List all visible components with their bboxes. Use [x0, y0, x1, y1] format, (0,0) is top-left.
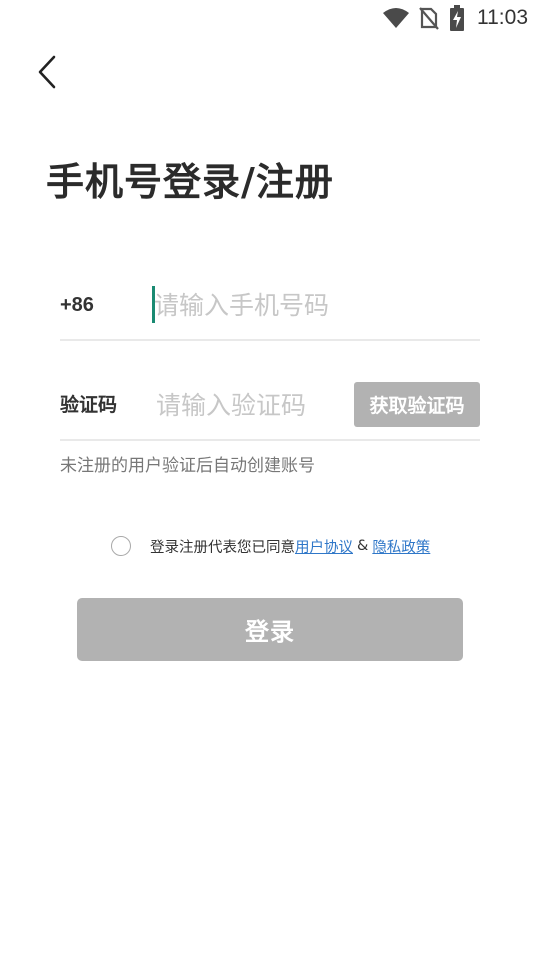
chevron-left-icon	[37, 55, 57, 93]
get-code-button[interactable]: 获取验证码	[354, 382, 480, 427]
country-code[interactable]: +86	[60, 290, 94, 320]
back-button[interactable]	[30, 54, 64, 94]
code-input[interactable]	[156, 384, 346, 426]
no-sim-icon	[419, 6, 439, 30]
user-agreement-link[interactable]: 用户协议	[295, 536, 353, 557]
login-button[interactable]: 登录	[77, 598, 463, 661]
agreement-prefix: 登录注册代表您已同意	[150, 539, 295, 556]
privacy-policy-link[interactable]: 隐私政策	[372, 536, 430, 557]
code-label: 验证码	[60, 394, 118, 416]
agreement-separator: &	[357, 538, 369, 554]
status-time: 11:03	[477, 6, 528, 29]
battery-charging-icon	[449, 5, 465, 31]
register-hint: 未注册的用户验证后自动创建账号	[60, 456, 315, 476]
phone-row: +86	[60, 274, 480, 341]
agreement-radio[interactable]	[111, 536, 131, 556]
phone-input[interactable]	[154, 284, 374, 326]
status-bar: 11:03	[0, 0, 540, 36]
code-row: 验证码 获取验证码	[60, 374, 480, 441]
status-icons: 11:03	[383, 4, 528, 32]
wifi-icon	[383, 7, 409, 29]
page-title: 手机号登录/注册	[46, 160, 334, 204]
agreement: 登录注册代表您已同意 用户协议 & 隐私政策	[111, 534, 430, 558]
